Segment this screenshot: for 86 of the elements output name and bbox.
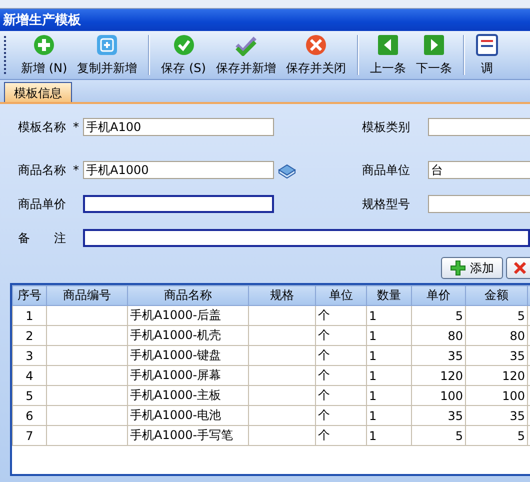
toolbar-button[interactable]: 保存并新增 xyxy=(210,33,281,77)
column-header[interactable]: 金额 xyxy=(466,286,528,306)
table-cell: 手机A1000-后盖 xyxy=(128,306,248,326)
table-cell: 2 xyxy=(12,326,46,346)
table-cell: 个 xyxy=(316,306,366,326)
close-icon xyxy=(304,34,327,56)
table-cell: 个 xyxy=(316,406,366,426)
input-field[interactable] xyxy=(428,118,530,136)
tab[interactable]: 模板信息 xyxy=(4,82,72,102)
toolbar-button[interactable]: 复制并新增 xyxy=(72,33,142,77)
input-field[interactable]: 手机A1000 xyxy=(83,161,274,179)
table-cell: 个 xyxy=(316,346,366,366)
checkmark-icon xyxy=(172,34,195,56)
table-cell: 5 xyxy=(412,426,466,446)
table-cell: 1 xyxy=(366,426,412,446)
table-cell: 1 xyxy=(366,306,412,326)
delete-button[interactable] xyxy=(506,257,530,279)
input-field[interactable]: 台 xyxy=(428,161,530,179)
table-cell: 3 xyxy=(12,346,46,366)
column-header[interactable]: 商品编号 xyxy=(46,286,128,306)
list-icon xyxy=(476,34,498,56)
table-cell: 手机A1000-屏幕 xyxy=(128,366,248,386)
field-label: 备 注 xyxy=(17,230,67,246)
column-header[interactable]: 单位 xyxy=(316,286,366,306)
toolbar-button[interactable]: 保存并关闭 xyxy=(280,33,351,77)
table-cell: 35 xyxy=(412,346,466,366)
copy-icon xyxy=(96,34,118,56)
table-cell: 5 xyxy=(412,306,466,326)
table-cell: 手机A1000-电池 xyxy=(128,406,248,426)
field-label: 模板类别 xyxy=(361,118,411,136)
input-field[interactable] xyxy=(83,229,530,247)
table-cell: 1 xyxy=(366,346,412,366)
column-header[interactable]: 数量 xyxy=(366,286,412,306)
column-header[interactable]: 序号 xyxy=(12,286,46,306)
table-cell: 1 xyxy=(366,366,412,386)
field-label: 商品单价 xyxy=(17,196,67,212)
table-cell: 6 xyxy=(12,406,46,426)
toolbar-button[interactable]: 调 xyxy=(470,33,503,77)
table-cell: 个 xyxy=(316,386,366,406)
table-cell: 120 xyxy=(466,366,528,386)
column-header[interactable]: 单价 xyxy=(412,286,466,306)
table-cell: 1 xyxy=(366,406,412,426)
required-mark: * xyxy=(73,120,80,134)
table-cell: 手机A1000-主板 xyxy=(128,386,248,406)
table-cell: 35 xyxy=(466,406,528,426)
table-cell: 120 xyxy=(412,366,466,386)
table-cell: 80 xyxy=(412,326,466,346)
add-button[interactable]: 添加 xyxy=(441,257,503,279)
window-title: 新增生产模板 xyxy=(3,12,81,29)
toolbar-button[interactable]: 下一条 xyxy=(410,33,457,77)
toolbar-button[interactable]: 上一条 xyxy=(364,33,411,77)
required-mark: * xyxy=(73,163,80,177)
table-cell: 35 xyxy=(412,406,466,426)
table-cell: 5 xyxy=(466,426,528,446)
table-cell: 4 xyxy=(12,366,46,386)
table-cell: 1 xyxy=(366,326,412,346)
toolbar-button[interactable]: 新增 (N) xyxy=(16,33,72,77)
field-label: 商品单位 xyxy=(361,162,411,178)
table-cell: 5 xyxy=(12,386,46,406)
input-field[interactable]: 手机A100 xyxy=(83,118,274,136)
table-cell: 7 xyxy=(12,426,46,446)
field-label: 商品名称 xyxy=(17,162,67,178)
column-header[interactable]: 规格 xyxy=(248,286,316,306)
table-cell: 个 xyxy=(316,326,366,346)
table-cell: 1 xyxy=(12,306,46,326)
input-field[interactable] xyxy=(428,195,530,213)
table-cell: 个 xyxy=(316,426,366,446)
column-header[interactable]: 商品名称 xyxy=(128,286,248,306)
table-cell: 手机A1000-键盘 xyxy=(128,346,248,366)
close-icon xyxy=(513,261,527,275)
input-field[interactable] xyxy=(83,195,274,213)
field-label: 规格型号 xyxy=(361,196,411,212)
table-cell: 手机A1000-机壳 xyxy=(128,326,248,346)
toolbar-grip[interactable] xyxy=(4,36,8,74)
plus-icon xyxy=(450,260,466,276)
table-cell: 1 xyxy=(366,386,412,406)
table-cell: 100 xyxy=(466,386,528,406)
plus-icon xyxy=(33,34,56,56)
table-cell: 5 xyxy=(466,306,528,326)
table-cell: 80 xyxy=(466,326,528,346)
table-cell: 100 xyxy=(412,386,466,406)
table-cell: 手机A1000-手写笔 xyxy=(128,426,248,446)
table-cell: 35 xyxy=(466,346,528,366)
table-cell: 个 xyxy=(316,366,366,386)
toolbar-button[interactable]: 保存 (S) xyxy=(156,33,211,77)
field-label: 模板名称 xyxy=(17,118,67,136)
